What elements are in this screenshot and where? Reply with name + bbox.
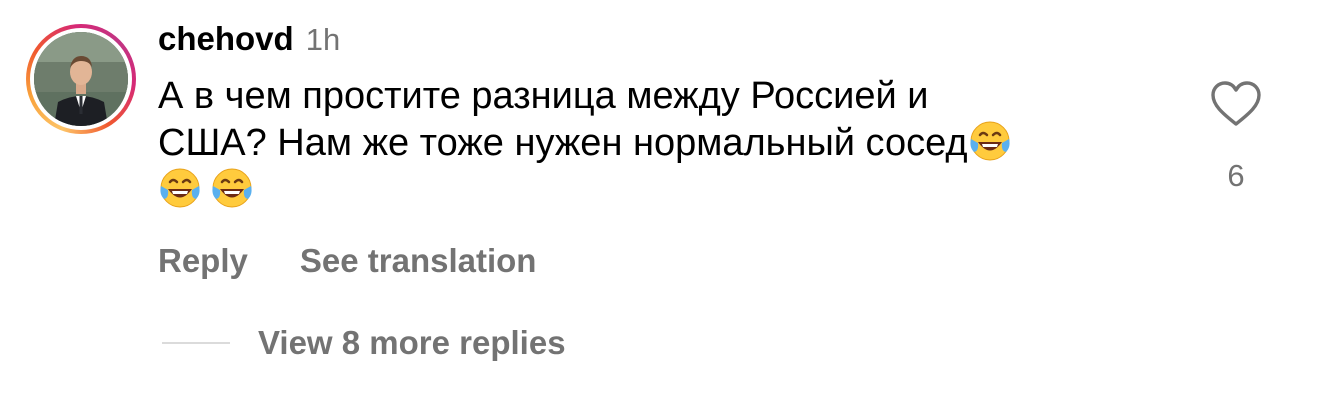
avatar-gap: [30, 28, 132, 130]
username-link[interactable]: chehovd: [158, 20, 294, 58]
view-more-replies-button[interactable]: View 8 more replies: [162, 324, 566, 362]
like-count: 6: [1227, 158, 1245, 193]
replies-divider: [162, 342, 230, 344]
comment-text: А в чем простите разница между Россией и…: [158, 74, 1168, 213]
see-translation-button[interactable]: See translation: [300, 242, 537, 280]
comment-item: chehovd 1h А в чем простите разница межд…: [0, 0, 1320, 403]
reply-button[interactable]: Reply: [158, 242, 248, 280]
view-more-replies-label: View 8 more replies: [258, 324, 566, 361]
comment-header: chehovd 1h: [158, 20, 340, 64]
face-with-tears-of-joy-icon: [968, 119, 1012, 163]
comment-text-line-2: США? Нам же тоже нужен нормальный сосед: [158, 122, 968, 164]
avatar-image: [34, 32, 128, 126]
face-with-tears-of-joy-icon: [158, 166, 202, 210]
heart-outline-icon[interactable]: [1210, 80, 1262, 128]
face-with-tears-of-joy-icon: [210, 166, 254, 210]
avatar[interactable]: [34, 32, 128, 126]
comment-actions: Reply See translation: [158, 242, 536, 280]
timestamp: 1h: [305, 22, 341, 57]
story-ring[interactable]: [26, 24, 136, 134]
comment-text-line-1: А в чем простите разница между Россией и: [158, 75, 929, 117]
